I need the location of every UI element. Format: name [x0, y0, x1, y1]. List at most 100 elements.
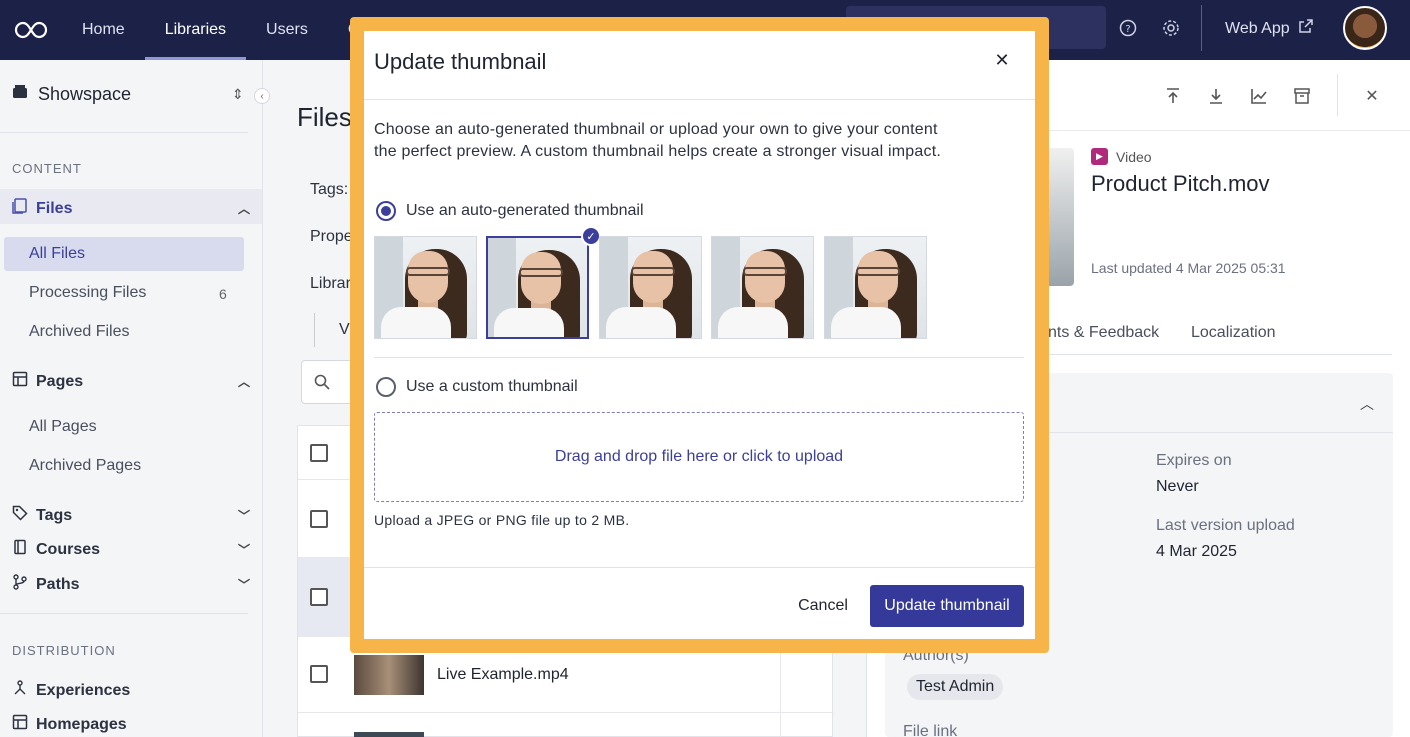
chevron-down-icon: ﹀ — [237, 509, 250, 523]
path-branch-icon — [12, 574, 28, 595]
homepages-label: Homepages — [36, 715, 127, 733]
file-upload-dropzone[interactable]: Drag and drop file here or click to uplo… — [374, 412, 1024, 502]
upload-hint: Upload a JPEG or PNG file up to 2 MB. — [374, 512, 630, 528]
tag-icon — [12, 505, 28, 526]
settings-gear-icon[interactable] — [1161, 18, 1181, 38]
download-icon[interactable] — [1206, 86, 1226, 106]
chevron-up-icon[interactable]: ︿ — [1360, 394, 1374, 414]
video-thumbnail — [354, 655, 424, 695]
web-app-label: Web App — [1225, 19, 1290, 37]
thumbnail-option-4[interactable] — [711, 236, 814, 339]
sidebar-divider — [0, 132, 248, 133]
page-title: Files — [297, 102, 352, 132]
sidebar-item-all-pages[interactable]: All Pages — [29, 418, 97, 436]
close-panel-icon[interactable]: ✕ — [1362, 86, 1382, 106]
sidebar-item-homepages[interactable]: Homepages — [12, 714, 250, 735]
dialog-header-divider — [364, 99, 1035, 100]
workspace-switcher[interactable]: Showspace — [12, 84, 131, 105]
topbar-divider — [1201, 5, 1202, 51]
sidebar-item-experiences[interactable]: Experiences — [12, 680, 250, 701]
sidebar-item-archived-files[interactable]: Archived Files — [29, 323, 129, 341]
nav-libraries[interactable]: Libraries — [144, 0, 247, 60]
sidebar-item-archived-pages[interactable]: Archived Pages — [29, 457, 141, 475]
auto-thumbnail-label: Use an auto-generated thumbnail — [406, 202, 644, 219]
chevron-down-icon: ﹀ — [237, 578, 250, 592]
auto-thumbnail-option[interactable]: Use an auto-generated thumbnail — [376, 201, 644, 221]
workspace-chevron-icon[interactable]: ⇕ — [232, 86, 244, 103]
sidebar-divider — [0, 613, 248, 614]
row-checkbox[interactable] — [310, 588, 328, 606]
update-thumbnail-dialog: Update thumbnail ✕ Choose an auto-genera… — [364, 31, 1035, 639]
homepages-icon — [12, 714, 28, 735]
expires-value: Never — [1156, 478, 1199, 495]
pages-group-label: Pages — [36, 372, 84, 390]
row-divider — [298, 712, 834, 713]
view-toggle[interactable]: V — [314, 313, 350, 347]
auto-thumbnail-radio[interactable] — [376, 201, 396, 221]
search-icon — [314, 374, 330, 395]
sidebar-group-files[interactable]: Files ︿ — [12, 198, 250, 219]
help-icon[interactable]: ? — [1118, 18, 1138, 38]
file-last-updated: Last updated 4 Mar 2025 05:31 — [1091, 260, 1286, 276]
cancel-button[interactable]: Cancel — [788, 585, 858, 627]
selected-check-icon: ✓ — [581, 226, 601, 246]
nav-users[interactable]: Users — [246, 0, 328, 60]
author-chip[interactable]: Test Admin — [907, 674, 1004, 700]
table-row-file-name[interactable]: Live Example.mp4 — [437, 666, 569, 684]
properties-filter-label: Prope — [310, 228, 353, 245]
dialog-title: Update thumbnail — [374, 49, 547, 74]
thumbnail-option-3[interactable] — [599, 236, 702, 339]
video-thumbnail — [354, 732, 424, 737]
thumbnail-option-2[interactable] — [486, 236, 589, 339]
dialog-description: Choose an auto-generated thumbnail or up… — [374, 121, 941, 160]
sidebar-group-courses[interactable]: Courses ﹀ — [12, 539, 250, 560]
content-section-label: CONTENT — [12, 161, 82, 176]
paths-label: Paths — [36, 575, 80, 593]
select-all-checkbox[interactable] — [310, 444, 328, 462]
library-filter-label: Librar — [310, 275, 351, 292]
last-upload-value: 4 Mar 2025 — [1156, 543, 1237, 560]
sidebar-group-pages[interactable]: Pages ︿ — [12, 371, 250, 392]
dropzone-text: Drag and drop file here or click to uplo… — [554, 448, 844, 465]
app-logo[interactable] — [0, 0, 62, 60]
sidebar-group-tags[interactable]: Tags ﹀ — [12, 505, 250, 526]
upload-icon[interactable] — [1163, 86, 1183, 106]
sidebar: Showspace ⇕ ‹ CONTENT Files ︿ All Files … — [0, 60, 270, 737]
thumbnail-option-1[interactable] — [374, 236, 477, 339]
chevron-up-icon: ︿ — [237, 375, 250, 389]
files-icon — [12, 198, 28, 219]
web-app-link[interactable]: Web App — [1225, 18, 1314, 39]
row-checkbox[interactable] — [310, 665, 328, 683]
tab-localization[interactable]: Localization — [1191, 324, 1276, 342]
sidebar-item-processing-files[interactable]: Processing Files — [29, 284, 146, 302]
expires-label: Expires on — [1156, 452, 1232, 469]
update-thumbnail-button[interactable]: Update thumbnail — [870, 585, 1024, 627]
panel-toolbar-divider — [1337, 74, 1338, 116]
custom-thumbnail-option[interactable]: Use a custom thumbnail — [376, 377, 578, 397]
user-avatar[interactable] — [1343, 6, 1387, 50]
files-group-label: Files — [36, 199, 73, 217]
tab-comments-feedback[interactable]: nts & Feedback — [1048, 324, 1159, 342]
processing-count-badge: 6 — [219, 286, 227, 302]
courses-label: Courses — [36, 540, 101, 558]
pages-icon — [12, 371, 28, 392]
options-divider — [374, 357, 1024, 358]
archive-icon[interactable] — [1292, 86, 1312, 106]
distribution-section-label: DISTRIBUTION — [12, 643, 116, 658]
close-icon[interactable]: ✕ — [991, 49, 1013, 71]
file-name-heading: Product Pitch.mov — [1091, 171, 1270, 196]
row-checkbox[interactable] — [310, 510, 328, 528]
custom-thumbnail-radio[interactable] — [376, 377, 396, 397]
sidebar-group-paths[interactable]: Paths ﹀ — [12, 574, 250, 595]
chevron-up-icon: ︿ — [237, 202, 250, 216]
video-play-icon: ▶ — [1091, 148, 1108, 165]
collapse-sidebar-icon[interactable]: ‹ — [254, 88, 270, 104]
nav-home[interactable]: Home — [62, 0, 145, 60]
workspace-name: Showspace — [38, 84, 132, 104]
sidebar-item-all-files[interactable]: All Files — [29, 245, 85, 263]
analytics-chart-icon[interactable] — [1249, 86, 1269, 106]
last-upload-label: Last version upload — [1156, 517, 1295, 534]
tags-label: Tags — [36, 506, 73, 524]
course-book-icon — [12, 539, 28, 560]
thumbnail-option-5[interactable] — [824, 236, 927, 339]
